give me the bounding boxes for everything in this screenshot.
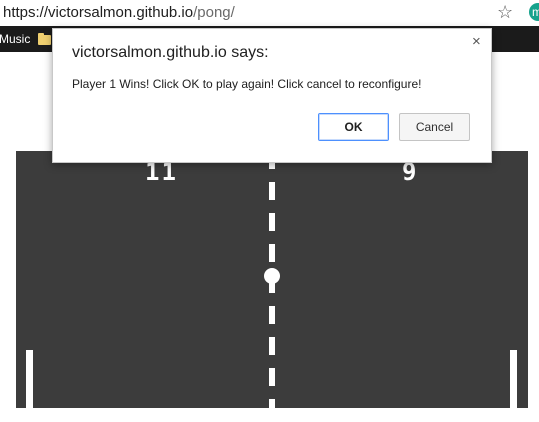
alert-dialog: victorsalmon.github.io says: × Player 1 … xyxy=(52,28,492,163)
url-path: /pong/ xyxy=(193,4,235,21)
url-host: https://victorsalmon.github.io xyxy=(3,4,194,21)
close-icon[interactable]: × xyxy=(472,34,481,50)
address-bar[interactable]: https://victorsalmon.github.io/pong/ ☆ m xyxy=(0,0,539,26)
extension-icon[interactable]: m xyxy=(529,3,539,21)
player-2-score: 9 xyxy=(402,158,419,186)
left-paddle xyxy=(26,350,33,408)
url-text[interactable]: https://victorsalmon.github.io/pong/ xyxy=(3,4,235,21)
pong-game-canvas[interactable]: 11 9 xyxy=(16,151,528,408)
dialog-message: Player 1 Wins! Click OK to play again! C… xyxy=(72,77,422,91)
right-paddle xyxy=(510,350,517,408)
ball xyxy=(264,268,280,284)
bookmark-star-icon[interactable]: ☆ xyxy=(497,2,513,22)
ok-button[interactable]: OK xyxy=(318,113,389,141)
cancel-button[interactable]: Cancel xyxy=(399,113,470,141)
bookmark-music[interactable]: Music xyxy=(0,32,30,46)
dialog-title: victorsalmon.github.io says: xyxy=(72,44,269,61)
folder-icon[interactable] xyxy=(38,33,51,45)
player-1-score: 11 xyxy=(145,158,178,186)
